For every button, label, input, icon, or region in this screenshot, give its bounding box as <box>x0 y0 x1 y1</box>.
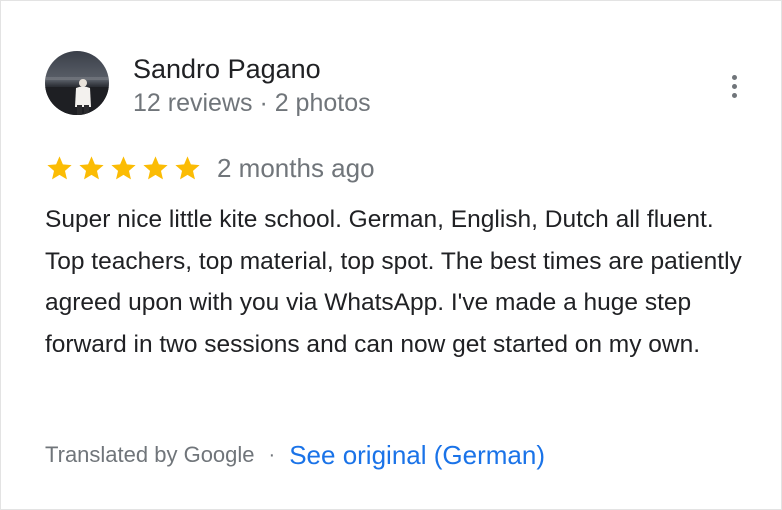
star-icon <box>141 154 170 183</box>
star-icon <box>45 154 74 183</box>
translation-row: Translated by Google · See original (Ger… <box>45 437 545 473</box>
star-icon <box>109 154 138 183</box>
translated-by-label: Translated by Google <box>45 442 255 467</box>
more-options-button[interactable] <box>719 67 751 107</box>
author-avatar[interactable] <box>45 51 109 115</box>
review-text: Super nice little kite school. German, E… <box>45 206 742 359</box>
rating-row: 2 months ago <box>45 151 375 185</box>
review-date: 2 months ago <box>217 153 375 183</box>
separator-dot: · <box>268 443 276 466</box>
star-rating <box>45 154 202 183</box>
author-name[interactable]: Sandro Pagano <box>133 53 321 85</box>
review-card: Sandro Pagano 12 reviews · 2 photos 2 mo… <box>0 0 782 510</box>
author-review-count[interactable]: 12 reviews · 2 photos <box>133 88 371 118</box>
avatar-photo-icon <box>45 51 109 115</box>
star-icon <box>77 154 106 183</box>
see-original-link[interactable]: See original (German) <box>289 440 545 471</box>
star-icon <box>173 154 202 183</box>
